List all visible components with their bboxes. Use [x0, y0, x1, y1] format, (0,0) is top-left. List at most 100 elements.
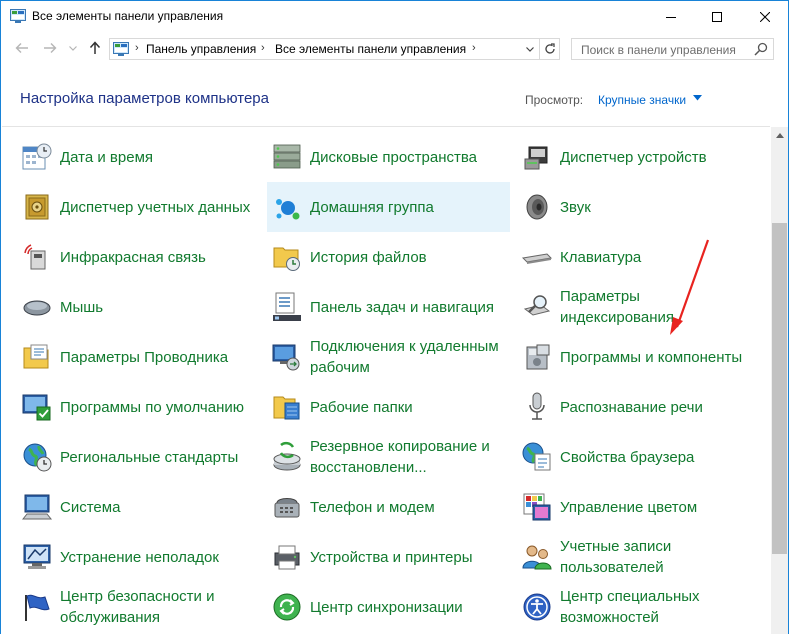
breadcrumb-control-panel[interactable]: Панель управления — [146, 42, 256, 56]
file-history-icon — [273, 247, 300, 271]
breadcrumb-all-items[interactable]: Все элементы панели управления — [275, 42, 466, 56]
arrow-up-icon — [89, 41, 101, 54]
remote-desktop-icon — [272, 344, 300, 371]
breadcrumb-chevron-icon[interactable]: › — [261, 42, 265, 54]
item-date-time[interactable]: Дата и время — [17, 132, 260, 182]
item-infrared[interactable]: Инфракрасная связь — [17, 232, 260, 282]
devices-printers-icon — [274, 545, 300, 570]
scroll-up-button[interactable] — [771, 127, 788, 144]
region-globe-icon — [23, 443, 52, 472]
back-button[interactable] — [13, 38, 31, 58]
item-label: Программы и компоненты — [560, 348, 743, 366]
item-speech-recognition[interactable]: Распознавание речи — [517, 382, 760, 432]
item-label: Звук — [560, 198, 591, 216]
speaker-icon — [526, 194, 548, 220]
up-button[interactable] — [86, 38, 104, 58]
item-label: Инфракрасная связь — [60, 248, 206, 266]
storage-spaces-icon — [273, 144, 301, 169]
system-monitor-icon — [21, 494, 53, 520]
homegroup-icon — [276, 199, 300, 220]
control-panel-icon — [10, 9, 26, 23]
item-color-management[interactable]: Управление цветом — [517, 482, 760, 532]
item-remote-desktop[interactable]: Подключения к удаленным рабочим — [267, 332, 510, 382]
user-accounts-icon — [522, 545, 552, 570]
item-indexing-options[interactable]: Параметры индексирования — [517, 282, 760, 332]
ease-of-access-icon — [523, 593, 551, 621]
chevron-down-icon — [525, 46, 534, 52]
item-phone-modem[interactable]: Телефон и модем — [267, 482, 510, 532]
item-internet-options[interactable]: Свойства браузера — [517, 432, 760, 482]
item-storage-spaces[interactable]: Дисковые пространства — [267, 132, 510, 182]
item-label: История файлов — [310, 248, 427, 266]
indexing-icon — [523, 295, 551, 316]
refresh-button[interactable] — [539, 39, 559, 59]
item-work-folders[interactable]: Рабочие папки — [267, 382, 510, 432]
chevron-down-icon — [69, 45, 77, 51]
item-sound[interactable]: Звук — [517, 182, 760, 232]
item-label: Управление цветом — [560, 498, 698, 516]
control-panel-window: Все элементы панели управления › Панель … — [0, 0, 789, 634]
item-label: Параметры индексирования — [560, 288, 674, 326]
item-taskbar-navigation[interactable]: Панель задач и навигация — [267, 282, 510, 332]
search-input[interactable]: Поиск в панели управления — [571, 38, 774, 60]
color-management-icon — [523, 493, 551, 521]
item-mouse[interactable]: Мышь — [17, 282, 260, 332]
item-troubleshooting[interactable]: Устранение неполадок — [17, 532, 260, 582]
item-label: Подключения к удаленным рабочим — [310, 338, 499, 376]
vertical-scrollbar[interactable] — [771, 127, 788, 634]
item-region[interactable]: Региональные стандарты — [17, 432, 260, 482]
item-user-accounts[interactable]: Учетные записи пользователей — [517, 532, 760, 582]
search-placeholder: Поиск в панели управления — [581, 43, 736, 57]
item-credential-manager[interactable]: Диспетчер учетных данных — [17, 182, 260, 232]
item-homegroup[interactable]: Домашняя группа — [267, 182, 510, 232]
phone-modem-icon — [274, 498, 300, 518]
close-button[interactable] — [742, 1, 788, 32]
work-folders-icon — [273, 396, 300, 420]
microphone-icon — [529, 392, 545, 420]
item-label: Система — [60, 498, 121, 516]
close-icon — [760, 11, 770, 22]
infrared-icon — [24, 244, 46, 270]
item-file-history[interactable]: История файлов — [267, 232, 510, 282]
scrollbar-thumb[interactable] — [772, 223, 787, 554]
minimize-icon — [666, 16, 676, 18]
title-bar[interactable]: Все элементы панели управления — [1, 1, 788, 32]
item-label: Дата и время — [60, 148, 154, 166]
default-programs-icon — [22, 394, 51, 421]
item-label: Мышь — [60, 298, 104, 316]
view-mode-dropdown[interactable]: Крупные значки — [598, 93, 686, 107]
item-keyboard[interactable]: Клавиатура — [517, 232, 760, 282]
item-label: Телефон и модем — [310, 498, 435, 516]
address-bar[interactable]: › Панель управления › Все элементы панел… — [109, 38, 560, 60]
caret-down-icon[interactable] — [693, 95, 702, 101]
item-label: Домашняя группа — [310, 198, 434, 216]
item-sync-center[interactable]: Центр синхронизации — [267, 582, 510, 632]
search-icon — [754, 42, 768, 56]
item-device-manager[interactable]: Диспетчер устройств — [517, 132, 760, 182]
item-label: Панель задач и навигация — [310, 298, 495, 316]
item-ease-of-access[interactable]: Центр специальных возможностей — [517, 582, 760, 632]
item-default-programs[interactable]: Программы по умолчанию — [17, 382, 260, 432]
taskbar-icon — [273, 292, 301, 321]
breadcrumb-chevron-icon[interactable]: › — [135, 42, 139, 54]
programs-features-icon — [526, 344, 550, 370]
minimize-button[interactable] — [648, 1, 694, 32]
item-label: Устранение неполадок — [60, 548, 219, 566]
maximize-button[interactable] — [694, 1, 740, 32]
item-label: Региональные стандарты — [60, 448, 239, 466]
item-programs-features[interactable]: Программы и компоненты — [517, 332, 760, 382]
troubleshooting-icon — [23, 544, 51, 569]
breadcrumb-chevron-icon[interactable]: › — [472, 42, 476, 54]
item-devices-printers[interactable]: Устройства и принтеры — [267, 532, 510, 582]
item-security-maintenance[interactable]: Центр безопасности и обслуживания — [17, 582, 260, 632]
item-backup-restore[interactable]: Резервное копирование и восстановлени... — [267, 432, 510, 482]
calendar-clock-icon — [22, 143, 52, 170]
recent-locations-button[interactable] — [67, 38, 79, 58]
item-explorer-options[interactable]: Параметры Проводника — [17, 332, 260, 382]
item-label: Распознавание речи — [560, 398, 703, 416]
forward-button[interactable] — [41, 38, 59, 58]
address-history-button[interactable] — [519, 39, 539, 59]
sync-center-icon — [273, 593, 301, 621]
security-flag-icon — [25, 594, 50, 621]
item-system[interactable]: Система — [17, 482, 260, 532]
